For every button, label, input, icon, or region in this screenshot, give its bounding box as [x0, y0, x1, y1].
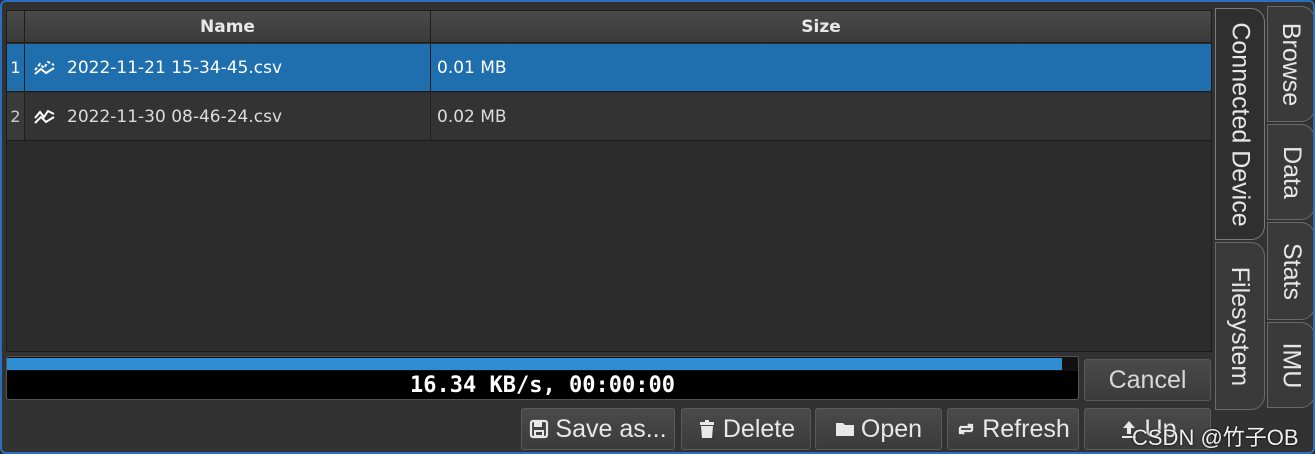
tab-label: Data	[1277, 145, 1306, 199]
table-corner	[7, 11, 25, 42]
tab-stats[interactable]: Stats	[1267, 222, 1313, 320]
trash-icon	[699, 420, 714, 438]
progress-fill	[7, 358, 1062, 370]
tab-label: Stats	[1277, 242, 1306, 300]
table-header: Name Size	[7, 11, 1211, 43]
open-button[interactable]: Open	[815, 408, 942, 450]
watermark: CSDN @竹子OB	[1132, 425, 1299, 450]
tab-label: IMU	[1277, 342, 1306, 388]
tab-data[interactable]: Data	[1267, 124, 1313, 220]
tab-connected-device[interactable]: Connected Device	[1215, 8, 1265, 240]
table-row[interactable]: 1 2022-11-21 15-34-45.csv 0.01 MB	[7, 44, 1211, 92]
refresh-button[interactable]: Refresh	[947, 408, 1079, 450]
progress-track	[7, 357, 1078, 371]
column-header-name[interactable]: Name	[25, 11, 431, 42]
tab-browse[interactable]: Browse	[1267, 6, 1313, 122]
tab-imu[interactable]: IMU	[1267, 322, 1313, 408]
refresh-label: Refresh	[982, 414, 1070, 443]
delete-label: Delete	[722, 414, 796, 443]
transfer-progress: 16.34 KB/s, 00:00:00	[6, 356, 1079, 400]
table-row[interactable]: 2 2022-11-30 08-46-24.csv 0.02 MB	[7, 93, 1211, 141]
file-size-cell: 0.01 MB	[437, 57, 507, 78]
cancel-label: Cancel	[1108, 365, 1187, 394]
file-name-cell[interactable]: 2022-11-21 15-34-45.csv	[25, 44, 431, 91]
row-number: 2	[7, 93, 25, 140]
folder-icon	[835, 423, 854, 436]
chart-line-icon	[34, 109, 55, 124]
tab-label: Filesystem	[1226, 266, 1255, 386]
file-name: 2022-11-21 15-34-45.csv	[67, 57, 283, 78]
save-as-button[interactable]: Save as...	[521, 408, 675, 450]
file-name-cell[interactable]: 2022-11-30 08-46-24.csv	[25, 93, 431, 140]
tab-label: Browse	[1277, 22, 1306, 106]
file-name: 2022-11-30 08-46-24.csv	[67, 106, 283, 127]
progress-text: 16.34 KB/s, 00:00:00	[410, 373, 675, 398]
file-manager-window: Name Size 1 2022-11-21 15-34-45.csv 0.01…	[0, 0, 1315, 454]
column-header-size[interactable]: Size	[431, 11, 1211, 42]
tab-filesystem[interactable]: Filesystem	[1215, 242, 1265, 410]
file-size-cell: 0.02 MB	[437, 106, 507, 127]
refresh-icon	[958, 423, 974, 435]
cancel-button[interactable]: Cancel	[1084, 359, 1211, 401]
save-as-label: Save as...	[555, 414, 667, 443]
tab-label: Connected Device	[1226, 21, 1255, 227]
open-label: Open	[860, 414, 923, 443]
delete-button[interactable]: Delete	[681, 408, 811, 450]
file-table: Name Size 1 2022-11-21 15-34-45.csv 0.01…	[6, 10, 1212, 352]
save-icon	[530, 419, 549, 439]
row-number: 1	[7, 44, 25, 91]
chart-line-icon	[34, 60, 55, 75]
